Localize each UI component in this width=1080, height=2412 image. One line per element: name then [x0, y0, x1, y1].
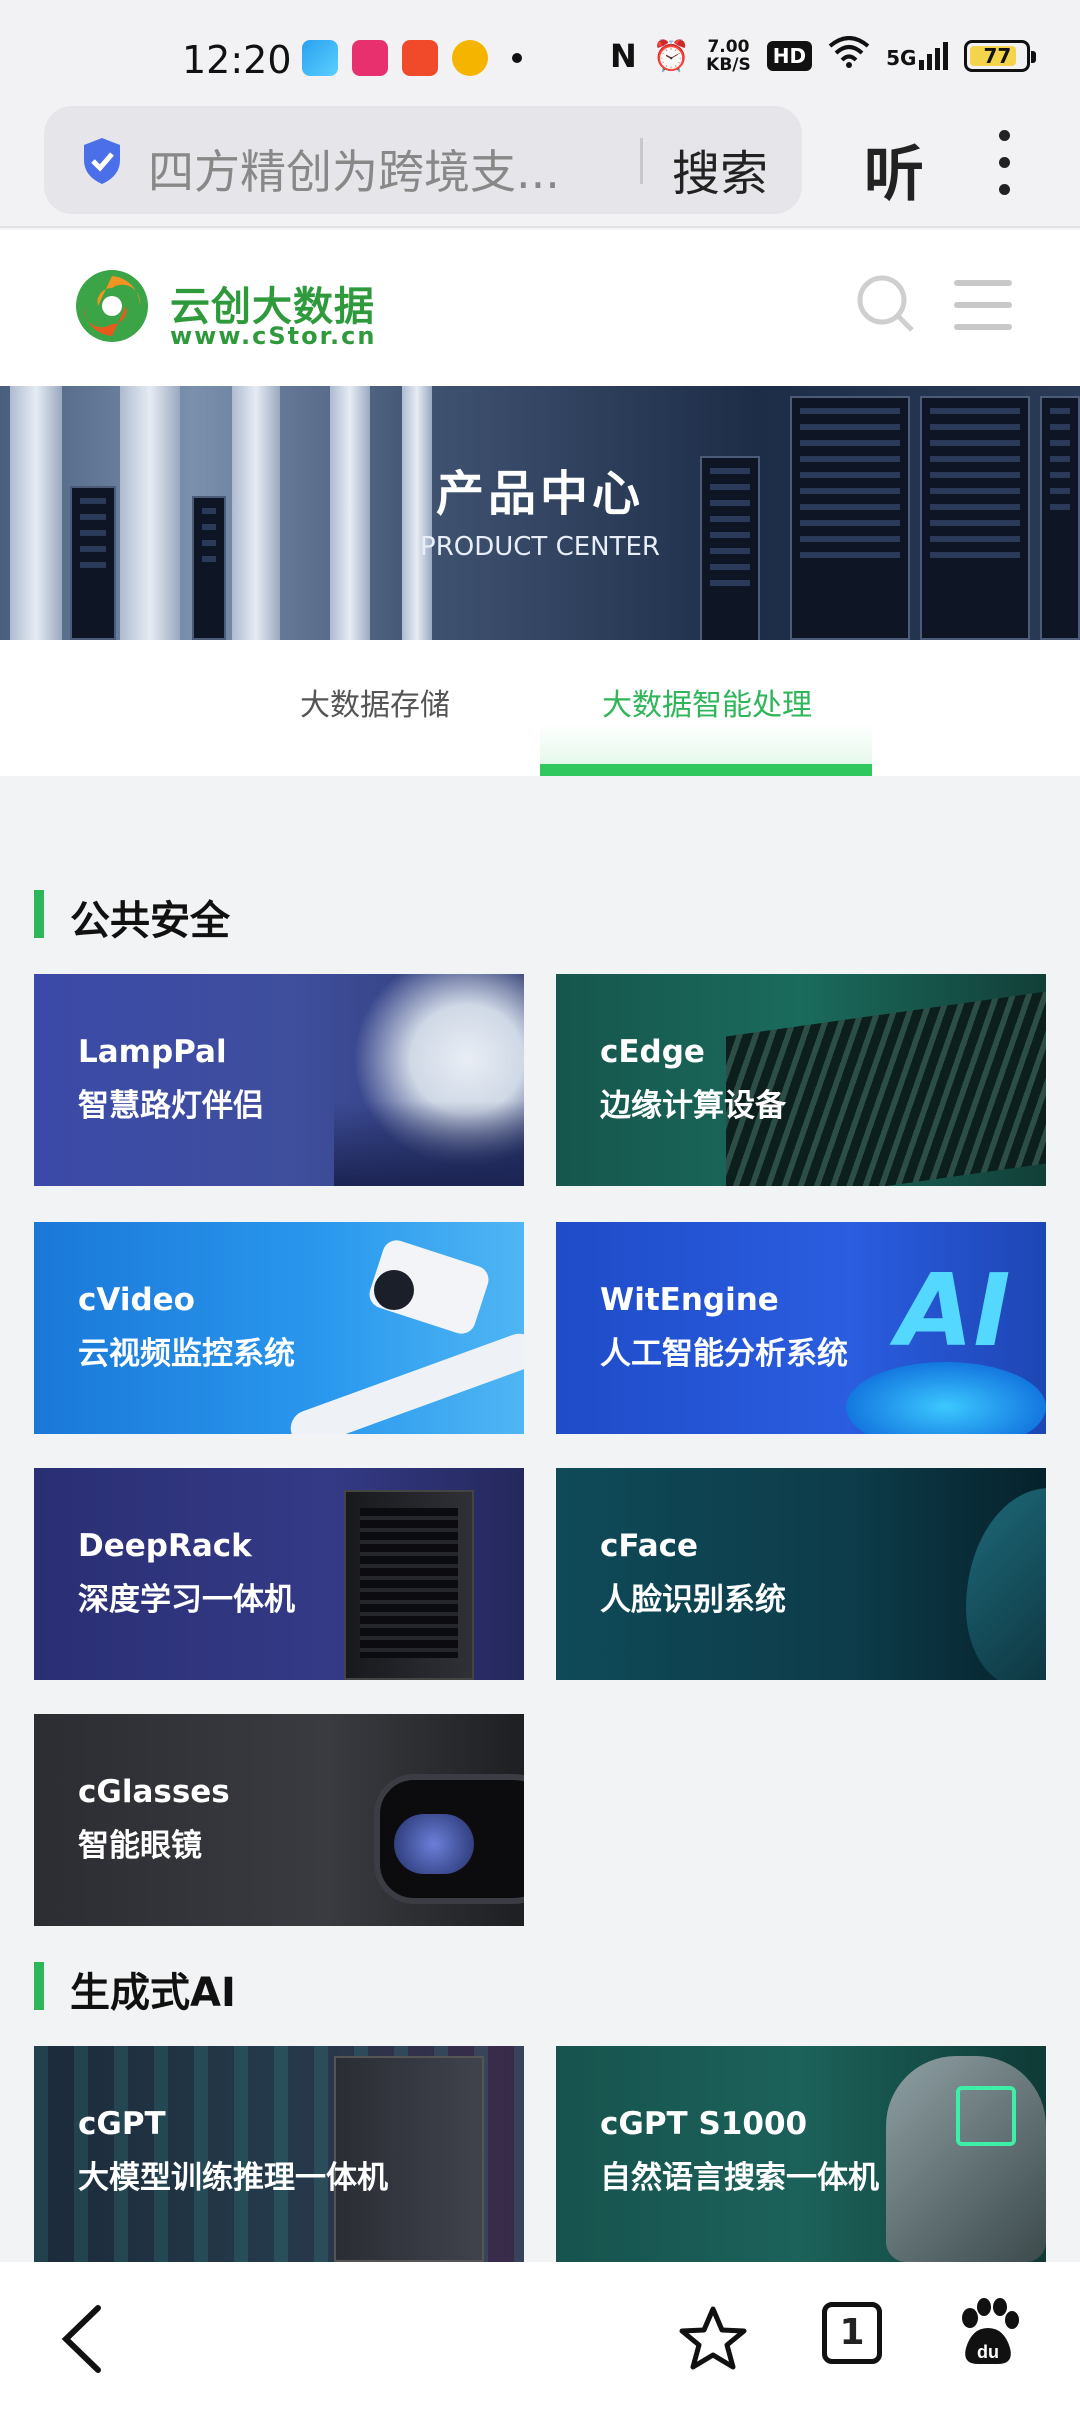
product-name-cn: 云视频监控系统	[78, 1336, 295, 1372]
back-icon[interactable]	[58, 2304, 108, 2378]
product-card-deeprack[interactable]: DeepRack 深度学习一体机	[34, 1468, 524, 1680]
active-tab-indicator	[540, 764, 872, 776]
active-tab-highlight	[540, 724, 872, 764]
address-field[interactable]: 四方精创为跨境支... 搜索	[44, 106, 802, 214]
svg-text:du: du	[977, 2342, 999, 2362]
address-query[interactable]: 四方精创为跨境支...	[148, 136, 628, 202]
product-card-cgpt-s1000[interactable]: cGPT S1000 自然语言搜索一体机	[556, 2046, 1046, 2262]
product-card-cvideo[interactable]: cVideo 云视频监控系统	[34, 1222, 524, 1434]
product-card-cedge[interactable]: cEdge 边缘计算设备	[556, 974, 1046, 1186]
product-name-cn: 大模型训练推理一体机	[78, 2160, 388, 2196]
dot-icon	[512, 53, 522, 63]
product-card-cgpt[interactable]: cGPT 大模型训练推理一体机	[34, 2046, 524, 2262]
product-name-cn: 自然语言搜索一体机	[600, 2160, 879, 2196]
battery-icon: 77	[964, 40, 1037, 72]
search-icon[interactable]	[856, 274, 916, 338]
tabs-count-button[interactable]: 1	[822, 2302, 882, 2364]
product-name-cn: 智慧路灯伴侣	[78, 1088, 264, 1124]
product-name-cn: 人脸识别系统	[600, 1582, 786, 1618]
baidu-paw-icon[interactable]: du	[956, 2298, 1020, 2372]
product-card-cglasses[interactable]: cGlasses 智能眼镜	[34, 1714, 524, 1926]
product-name-en: LampPal	[78, 1034, 227, 1070]
category-tabs: 大数据存储 大数据智能处理	[0, 640, 1080, 776]
browser-bottom-nav: 1 du	[0, 2262, 1080, 2412]
telegram-icon	[302, 40, 338, 76]
product-name-en: WitEngine	[600, 1282, 779, 1318]
tab-big-data-storage[interactable]: 大数据存储	[300, 680, 450, 724]
status-bar: 12:20 N ⏰ 7.00 KB/S HD 5G 77	[0, 0, 1080, 104]
tab-big-data-processing[interactable]: 大数据智能处理	[602, 680, 812, 724]
page-title: 产品中心	[435, 466, 644, 522]
product-name-cn: 深度学习一体机	[78, 1582, 295, 1618]
page-subtitle: PRODUCT CENTER	[420, 532, 660, 562]
shield-icon	[80, 136, 124, 190]
product-name-cn: 智能眼镜	[78, 1828, 202, 1864]
product-card-cface[interactable]: cFace 人脸识别系统	[556, 1468, 1046, 1680]
more-menu-icon[interactable]	[996, 130, 1012, 195]
clock: 12:20	[182, 38, 292, 82]
listen-button[interactable]: 听	[864, 126, 924, 213]
ai-icon: AI	[896, 1252, 1011, 1369]
nfc-icon: N	[610, 37, 637, 75]
site-header: 云创大数据 www.cStor.cn	[0, 230, 1080, 386]
hd-icon: HD	[766, 41, 813, 71]
logo-url: www.cStor.cn	[170, 322, 377, 350]
search-button[interactable]: 搜索	[672, 134, 768, 204]
product-card-witengine[interactable]: AI WitEngine 人工智能分析系统	[556, 1222, 1046, 1434]
wifi-icon	[828, 36, 870, 76]
weibo-icon	[452, 40, 488, 76]
video-play-icon	[402, 40, 438, 76]
product-name-cn: 人工智能分析系统	[600, 1336, 848, 1372]
product-name-cn: 边缘计算设备	[600, 1088, 786, 1124]
browser-address-bar: 四方精创为跨境支... 搜索 听	[0, 104, 1080, 228]
system-icons: N ⏰ 7.00 KB/S HD 5G 77	[610, 36, 1037, 76]
pinduoduo-icon	[352, 40, 388, 76]
product-name-en: cGPT S1000	[600, 2106, 808, 2142]
product-name-en: cEdge	[600, 1034, 705, 1070]
divider	[640, 138, 643, 184]
hamburger-menu-icon[interactable]	[954, 280, 1012, 346]
product-name-en: cGPT	[78, 2106, 166, 2142]
product-card-lamppal[interactable]: LampPal 智慧路灯伴侣	[34, 974, 524, 1186]
product-name-en: cVideo	[78, 1282, 195, 1318]
net-speed: 7.00 KB/S	[706, 37, 751, 75]
product-name-en: cFace	[600, 1528, 699, 1564]
product-name-en: cGlasses	[78, 1774, 230, 1810]
banner: 产品中心 PRODUCT CENTER	[0, 386, 1080, 640]
notification-icons	[302, 40, 522, 76]
logo-icon[interactable]	[74, 268, 150, 348]
signal-icon: 5G	[886, 42, 949, 70]
bookmark-star-icon[interactable]	[678, 2304, 748, 2378]
alarm-icon: ⏰	[652, 38, 691, 74]
product-name-en: DeepRack	[78, 1528, 252, 1564]
